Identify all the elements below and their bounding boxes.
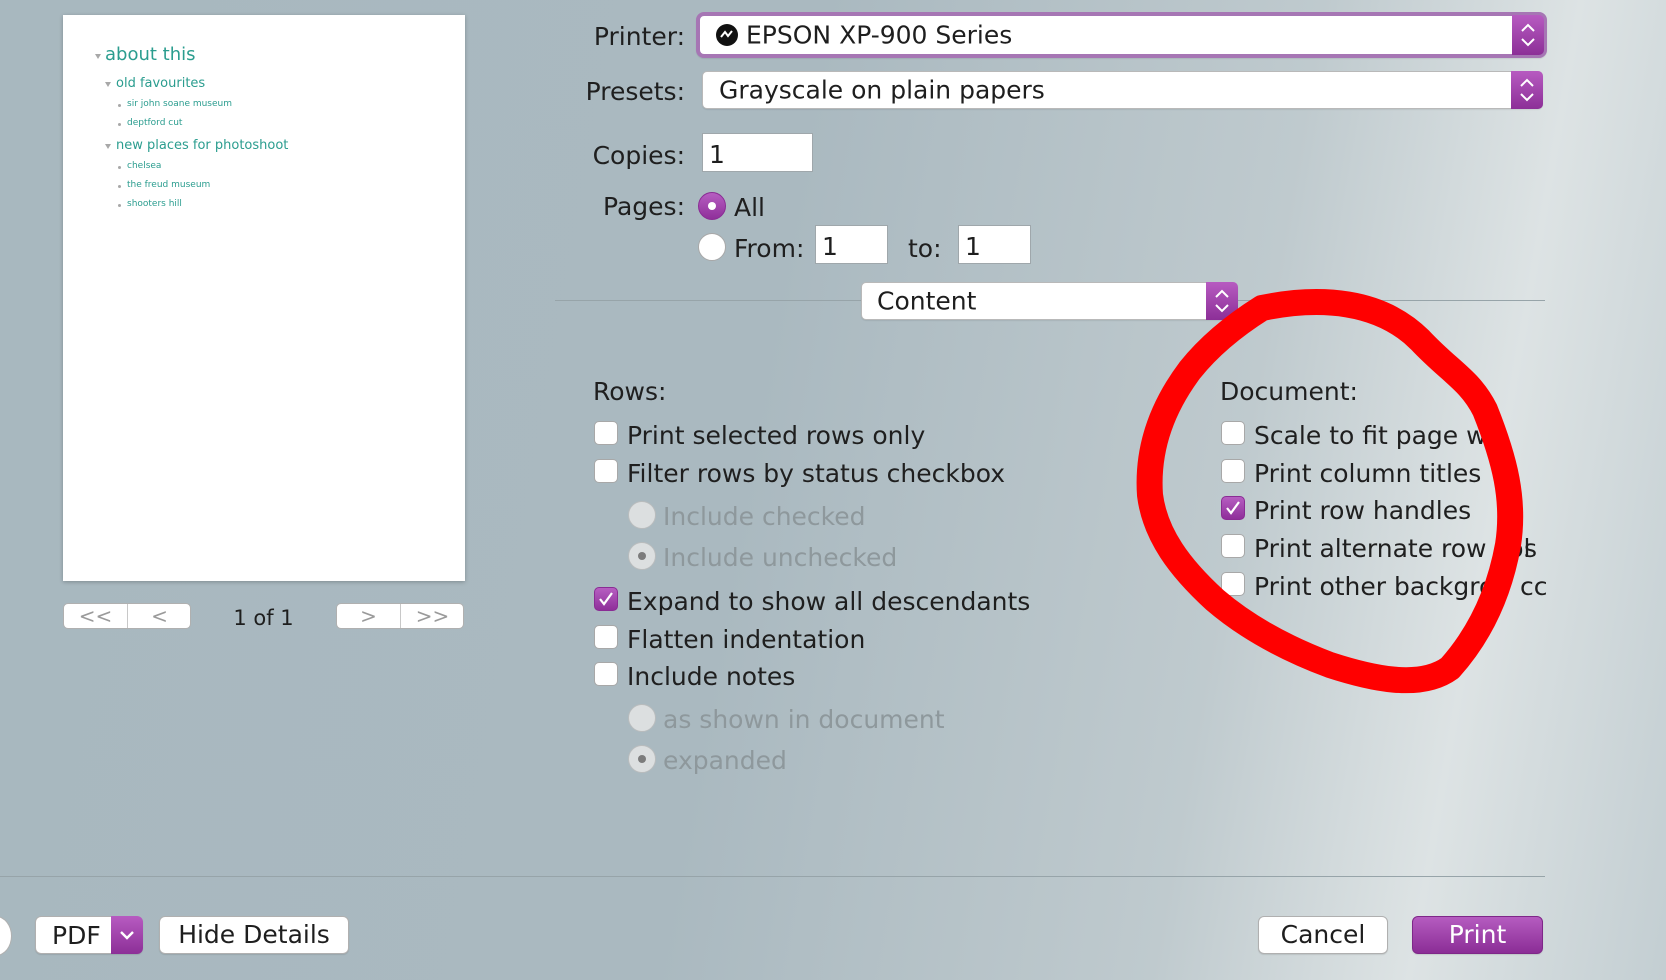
- cancel-button[interactable]: Cancel: [1258, 916, 1388, 954]
- hide-details-button[interactable]: Hide Details: [159, 916, 349, 954]
- pdf-menu-button[interactable]: PDF: [35, 916, 143, 954]
- print-dialog: about this old favourites sir john soane…: [0, 0, 1666, 980]
- chevron-down-icon: [111, 916, 143, 954]
- print-button[interactable]: Print: [1412, 916, 1543, 954]
- pdf-label: PDF: [52, 921, 101, 950]
- footer-divider: [0, 876, 1545, 877]
- red-circle-annotation: [1136, 289, 1524, 694]
